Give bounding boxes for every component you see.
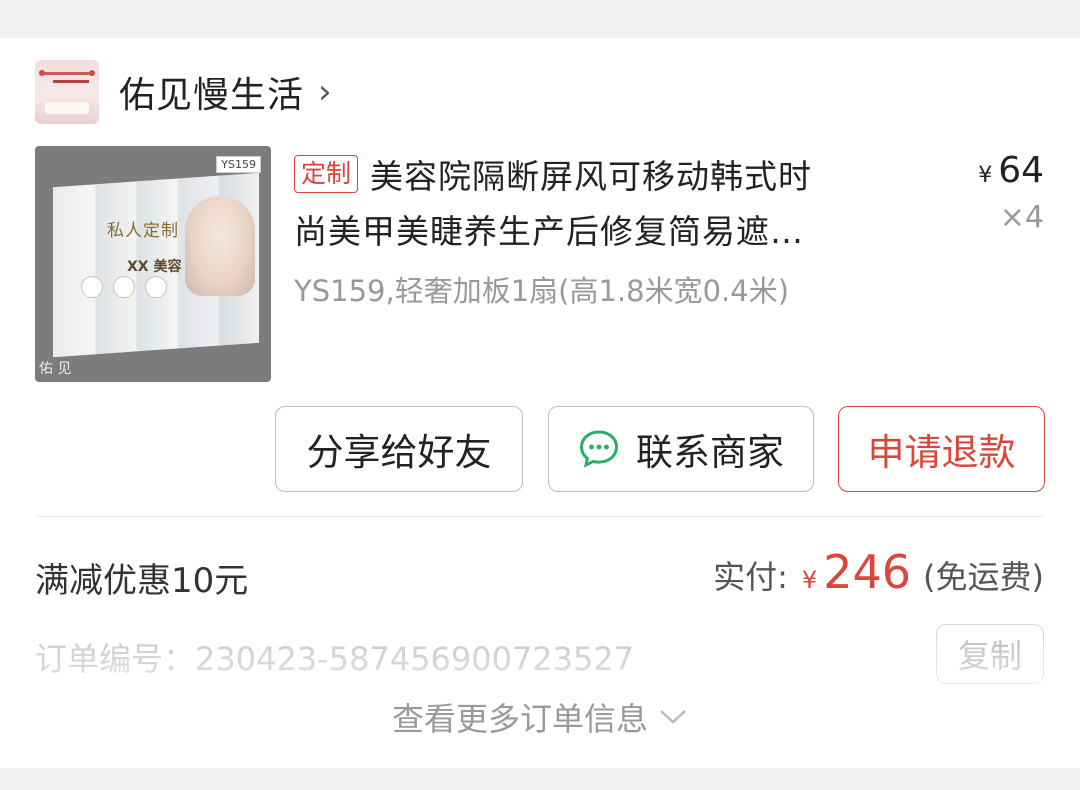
circle-graphic (113, 276, 135, 298)
paid-label: 实付: (713, 558, 788, 596)
product-spec: YS159,轻奢加板1扇(高1.8米宽0.4米) (294, 274, 790, 308)
avatar-decoration (43, 72, 91, 75)
order-number: 订单编号：230423-587456900723527 (35, 640, 635, 678)
avatar-decoration (45, 102, 89, 114)
discount-text: 满减优惠10元 (35, 561, 249, 601)
avatar-decoration (53, 80, 89, 83)
share-button[interactable]: 分享给好友 (275, 406, 523, 492)
chevron-down-icon (660, 710, 686, 724)
shipping-note: (免运费) (923, 558, 1044, 596)
refund-button-label: 申请退款 (867, 431, 1016, 474)
copy-button[interactable]: 复制 (936, 624, 1044, 684)
currency-symbol: ¥ (978, 163, 993, 188)
image-subtitle: XX 美容 (127, 259, 182, 275)
shop-name[interactable]: 佑见慢生活 (119, 66, 304, 118)
copy-button-label: 复制 (957, 637, 1022, 675)
circle-graphic (81, 276, 103, 298)
price-value: 64 (998, 150, 1044, 191)
chevron-right-icon[interactable]: › (318, 72, 332, 112)
product-image[interactable]: 私人定制 XX 美容 YS159 佑 见 (35, 146, 271, 382)
product-title-line1[interactable]: 定制 美容院隔断屏风可移动韩式时 (294, 150, 812, 198)
image-model-tag: YS159 (216, 156, 261, 173)
shop-avatar[interactable] (35, 60, 99, 124)
product-title-line2[interactable]: 尚美甲美睫养生产后修复简易遮… (294, 205, 804, 253)
refund-button[interactable]: 申请退款 (838, 406, 1045, 492)
divider (35, 516, 1045, 517)
image-title: 私人定制 (107, 221, 179, 241)
product-quantity: ×4 (999, 200, 1044, 235)
contact-seller-button[interactable]: 联系商家 (548, 406, 814, 492)
model-graphic (185, 196, 255, 296)
more-order-info[interactable]: 查看更多订单信息 (0, 694, 1080, 740)
product-price: ¥64 (978, 150, 1044, 191)
share-button-label: 分享给好友 (306, 431, 492, 474)
more-order-info-label: 查看更多订单信息 (391, 700, 648, 738)
chat-bubble-icon (579, 430, 619, 468)
product-title[interactable]: 美容院隔断屏风可移动韩式时 (370, 150, 812, 198)
contact-seller-label: 联系商家 (636, 431, 784, 474)
paid-total: 实付: ¥ 246 (免运费) (713, 545, 1044, 599)
image-watermark: 佑 见 (39, 361, 72, 377)
shop-header[interactable]: 佑见慢生活 › (35, 60, 332, 124)
circle-graphic (145, 276, 167, 298)
image-circles (81, 276, 167, 298)
paid-amount: 246 (823, 545, 912, 599)
currency-symbol: ¥ (801, 566, 818, 594)
custom-badge: 定制 (294, 155, 359, 193)
